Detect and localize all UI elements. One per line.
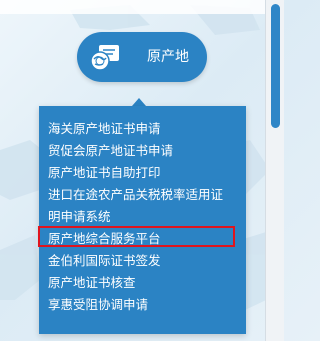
menu-item-preference-coordination[interactable]: 享惠受阻协调申请 [48, 296, 148, 314]
globe-certificate-icon [90, 45, 119, 71]
menu-item-self-print[interactable]: 原产地证书自助打印 [48, 164, 161, 182]
origin-dropdown-menu: 海关原产地证书申请 贸促会原产地证书申请 原产地证书自助打印 进口在途农产品关税… [39, 106, 246, 334]
scrollbar-thumb[interactable] [271, 4, 280, 128]
menu-item-tariff-rate-line1[interactable]: 进口在途农产品关税税率适用证 [48, 186, 223, 204]
menu-item-origin-service-platform[interactable]: 原产地综合服务平台 [48, 230, 161, 248]
dropdown-caret [132, 98, 146, 106]
menu-item-customs-certificate[interactable]: 海关原产地证书申请 [48, 120, 161, 138]
menu-item-kimberley-certificate[interactable]: 金伯利国际证书签发 [48, 252, 161, 270]
menu-item-tariff-rate-line2[interactable]: 明申请系统 [48, 208, 111, 226]
origin-button[interactable]: 原产地 [77, 32, 207, 82]
origin-button-label: 原产地 [147, 49, 189, 65]
menu-item-certificate-verification[interactable]: 原产地证书核查 [48, 274, 136, 292]
menu-item-ccpit-certificate[interactable]: 贸促会原产地证书申请 [48, 142, 173, 160]
top-band [0, 0, 284, 14]
scrollbar-track[interactable] [265, 0, 284, 341]
